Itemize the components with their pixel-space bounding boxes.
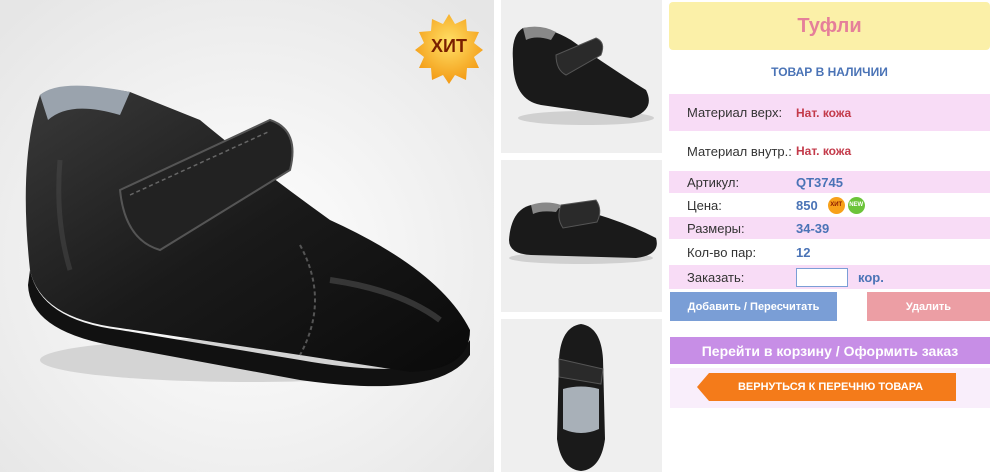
price-value: 850 [796, 197, 818, 213]
product-info-panel: Туфли ТОВАР В НАЛИЧИИ Материал верх: Нат… [669, 0, 990, 472]
main-product-image: ХИТ [0, 0, 494, 472]
pairs-value: 12 [796, 244, 811, 260]
shoe-thumbnail-image [501, 319, 662, 472]
order-unit: кор. [858, 269, 884, 285]
shoe-thumbnail-image [501, 160, 662, 312]
shoe-thumbnail-image [501, 0, 662, 153]
lining-material-label: Материал внутр.: [687, 143, 792, 159]
thumbnail-3[interactable] [501, 319, 662, 472]
row-sizes: Размеры: 34-39 [669, 217, 990, 239]
sizes-label: Размеры: [687, 220, 745, 236]
upper-material-value: Нат. кожа [796, 105, 852, 120]
hit-badge-label: ХИТ [431, 36, 467, 56]
delete-button[interactable]: Удалить [867, 292, 990, 321]
article-label: Артикул: [687, 174, 740, 190]
article-value: QT3745 [796, 174, 843, 190]
price-label: Цена: [687, 197, 722, 213]
stock-status: ТОВАР В НАЛИЧИИ [771, 65, 888, 79]
thumbnail-2[interactable] [501, 160, 662, 312]
lining-material-value: Нат. кожа [796, 144, 852, 158]
order-label: Заказать: [687, 269, 745, 285]
hit-badge: ХИТ [413, 12, 485, 84]
row-pairs: Кол-во пар: 12 [669, 241, 990, 263]
row-order: Заказать: кор. [669, 265, 990, 289]
sizes-value: 34-39 [796, 220, 830, 236]
return-to-list-button[interactable]: ВЕРНУТЬСЯ К ПЕРЕЧНЮ ТОВАРА [697, 373, 956, 401]
pairs-label: Кол-во пар: [687, 244, 757, 260]
upper-material-label: Материал верх: [687, 105, 783, 120]
row-lining-material: Материал внутр.: Нат. кожа [669, 133, 990, 169]
product-title: Туфли [669, 2, 990, 50]
row-upper-material: Материал верх: Нат. кожа [669, 94, 990, 131]
row-article: Артикул: QT3745 [669, 171, 990, 193]
thumbnail-1[interactable] [501, 0, 662, 153]
order-quantity-input[interactable] [796, 267, 848, 287]
hit-icon: ХИТ [827, 196, 845, 214]
go-to-cart-button[interactable]: Перейти в корзину / Оформить заказ [670, 337, 990, 364]
row-price: Цена: 850 ХИТ NEW [669, 194, 990, 216]
new-icon: NEW [847, 196, 865, 214]
add-recalculate-button[interactable]: Добавить / Пересчитать [670, 292, 837, 321]
